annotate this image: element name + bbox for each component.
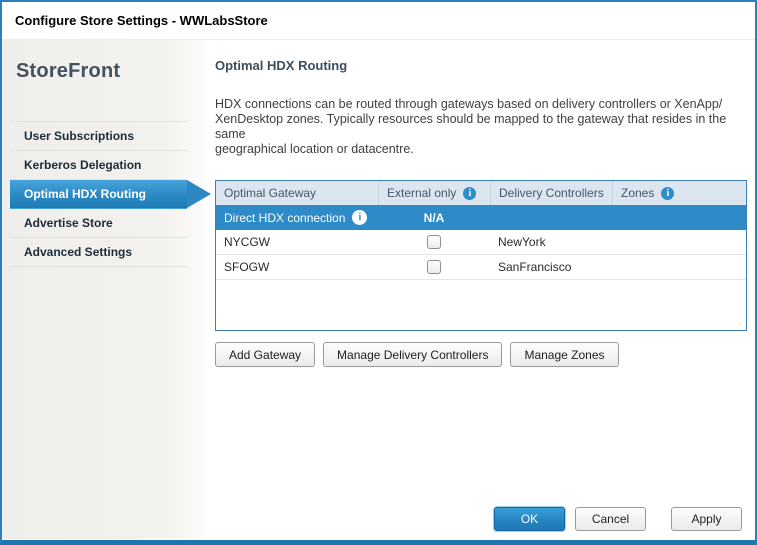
info-icon[interactable]: i	[352, 210, 367, 225]
add-gateway-button[interactable]: Add Gateway	[215, 342, 315, 367]
external-only-checkbox[interactable]	[427, 235, 441, 249]
sidebar-item-optimal-hdx-routing[interactable]: Optimal HDX Routing	[10, 180, 187, 209]
table-row-direct-hdx-connection[interactable]: Direct HDX connection i N/A	[216, 205, 746, 230]
delivery-controllers-cell: SanFrancisco	[490, 260, 612, 274]
table-empty-area	[216, 280, 746, 330]
table-row-nycgw[interactable]: NYCGW NewYork	[216, 230, 746, 255]
column-header-zones: Zones i	[612, 181, 746, 205]
sidebar-item-label: Kerberos Delegation	[24, 158, 141, 172]
gateway-name: Direct HDX connection	[224, 211, 345, 225]
main-panel: Optimal HDX Routing HDX connections can …	[205, 40, 755, 539]
column-header-label: Delivery Controllers	[499, 186, 604, 200]
sidebar-item-label: User Subscriptions	[24, 129, 134, 143]
sidebar-nav: User Subscriptions Kerberos Delegation O…	[10, 121, 187, 267]
gateway-name-cell: NYCGW	[216, 235, 378, 249]
sidebar: StoreFront User Subscriptions Kerberos D…	[2, 40, 205, 539]
sidebar-item-label: Optimal HDX Routing	[24, 187, 146, 201]
table-action-buttons: Add Gateway Manage Delivery Controllers …	[215, 342, 755, 367]
table-header-row: Optimal Gateway External only i Delivery…	[216, 181, 746, 205]
description-line: geographical location or datacentre.	[215, 142, 749, 157]
column-header-optimal-gateway: Optimal Gateway	[216, 181, 378, 205]
apply-button[interactable]: Apply	[671, 507, 742, 531]
ok-button[interactable]: OK	[494, 507, 565, 531]
column-header-label: External only	[387, 186, 456, 200]
sidebar-item-label: Advertise Store	[24, 216, 113, 230]
sidebar-item-advertise-store[interactable]: Advertise Store	[10, 209, 187, 238]
info-icon[interactable]: i	[661, 187, 674, 200]
column-header-label: Optimal Gateway	[224, 186, 316, 200]
sidebar-item-user-subscriptions[interactable]: User Subscriptions	[10, 122, 187, 151]
gateway-name-cell: SFOGW	[216, 260, 378, 274]
column-header-label: Zones	[621, 186, 654, 200]
storefront-brand: StoreFront	[16, 60, 205, 83]
dialog-footer-buttons: OK Cancel Apply	[494, 507, 742, 531]
external-only-cell	[378, 235, 490, 249]
external-only-cell: N/A	[378, 211, 490, 225]
sidebar-item-advanced-settings[interactable]: Advanced Settings	[10, 238, 187, 267]
table-row-sfogw[interactable]: SFOGW SanFrancisco	[216, 255, 746, 280]
column-header-delivery-controllers: Delivery Controllers	[490, 181, 612, 205]
gateway-name-cell: Direct HDX connection i	[216, 210, 378, 225]
page-title: Optimal HDX Routing	[215, 58, 755, 73]
manage-zones-button[interactable]: Manage Zones	[510, 342, 618, 367]
description-line: XenDesktop zones. Typically resources sh…	[215, 112, 749, 142]
window-title: Configure Store Settings - WWLabsStore	[15, 13, 268, 28]
dialog-content: StoreFront User Subscriptions Kerberos D…	[2, 40, 755, 539]
description-line: HDX connections can be routed through ga…	[215, 97, 749, 112]
sidebar-item-kerberos-delegation[interactable]: Kerberos Delegation	[10, 151, 187, 180]
configure-store-settings-dialog: Configure Store Settings - WWLabsStore S…	[0, 0, 757, 545]
titlebar: Configure Store Settings - WWLabsStore	[2, 2, 755, 40]
info-icon[interactable]: i	[463, 187, 476, 200]
manage-delivery-controllers-button[interactable]: Manage Delivery Controllers	[323, 342, 502, 367]
column-header-external-only: External only i	[378, 181, 490, 205]
optimal-gateway-table: Optimal Gateway External only i Delivery…	[215, 180, 747, 331]
cancel-button[interactable]: Cancel	[575, 507, 646, 531]
description-text: HDX connections can be routed through ga…	[215, 97, 749, 157]
delivery-controllers-cell: NewYork	[490, 235, 612, 249]
external-only-checkbox[interactable]	[427, 260, 441, 274]
external-only-cell	[378, 260, 490, 274]
selected-item-arrow	[187, 180, 211, 208]
sidebar-item-label: Advanced Settings	[24, 245, 132, 259]
